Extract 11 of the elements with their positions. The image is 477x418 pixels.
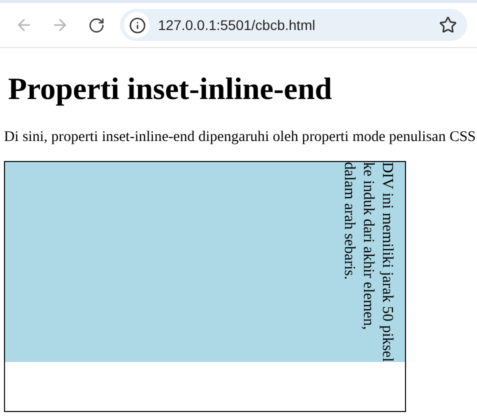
vertical-text: DIV ini memiliki jarak 50 piksel ke induk dari akhir elemen, dalam arah sebaris. bbox=[341, 162, 396, 362]
reload-icon bbox=[88, 16, 104, 34]
page-heading: Properti inset-inline-end bbox=[8, 71, 334, 107]
intro-paragraph: Di sini, properti inset-inline-end dipengaruhi oleh properti mode penulisan CSS bbox=[4, 128, 476, 146]
url-text: 127.0.0.1:5501/cbcb.html bbox=[158, 17, 316, 33]
info-icon bbox=[128, 16, 146, 34]
bookmark-star-button[interactable] bbox=[439, 16, 457, 34]
star-icon bbox=[439, 16, 457, 34]
site-info-button[interactable] bbox=[124, 12, 150, 38]
address-bar[interactable]: 127.0.0.1:5501/cbcb.html bbox=[120, 9, 467, 41]
forward-arrow-icon bbox=[51, 16, 69, 34]
